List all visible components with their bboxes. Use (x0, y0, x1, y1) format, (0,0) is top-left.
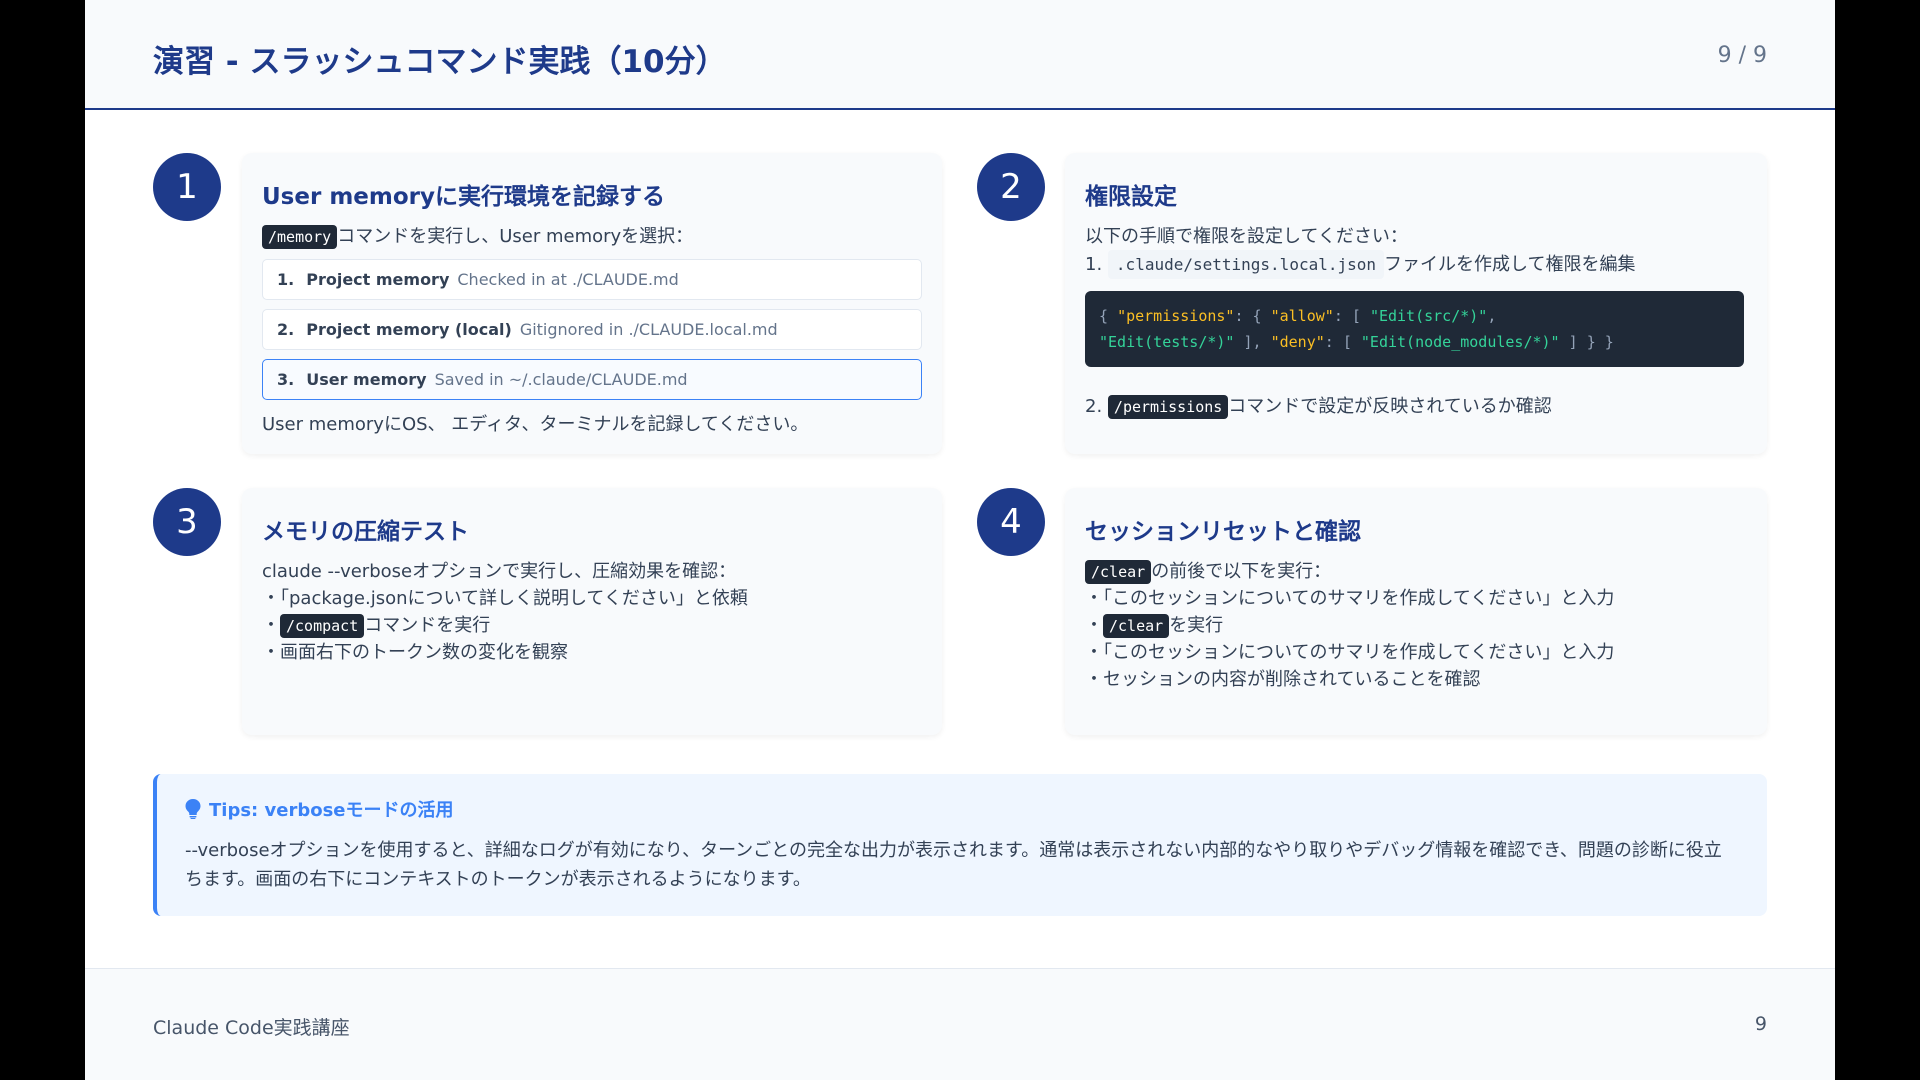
command-chip: /clear (1103, 614, 1170, 638)
slide: 演習 - スラッシュコマンド実践（10分） 9 / 9 1 User memor… (85, 0, 1835, 1080)
option-name: Project memory (local) (306, 320, 512, 339)
step-card-3: メモリの圧縮テスト claude --verboseオプションで実行し、圧縮効果… (242, 488, 942, 735)
slide-footer: Claude Code実践講座 9 (85, 968, 1835, 1080)
command-chip: /clear (1085, 560, 1152, 584)
code-token: , (1252, 333, 1262, 351)
code-token: ] (1243, 333, 1253, 351)
step-instruction-2: 2. /permissions コマンドで設定が反映されているか確認 (1085, 393, 1747, 420)
footer-page-number: 9 (1754, 1013, 1767, 1035)
step-intro: /clear の前後で以下を実行： (1085, 558, 1747, 585)
bullet-text: を実行 (1169, 615, 1224, 636)
option-name: User memory (306, 370, 427, 389)
step-card-1: User memoryに実行環境を記録する /memory コマンドを実行し、Us… (242, 153, 942, 454)
option-desc: Saved in ~/.claude/CLAUDE.md (434, 370, 688, 389)
option-number: 1. (277, 270, 295, 289)
code-token: , (1487, 307, 1497, 325)
instruction-text: ファイルを作成して権限を編集 (1384, 254, 1636, 275)
step-note: User memoryにOS、 エディタ、ターミナルを記録してください。 (262, 414, 809, 435)
code-string: "Edit(node_modules/*)" (1360, 333, 1560, 351)
bullet-marker: ・ (262, 615, 280, 636)
code-token: : (1333, 307, 1343, 325)
step-card-4: セッションリセットと確認 /clear の前後で以下を実行： ・「このセッションに… (1065, 488, 1767, 735)
bullet-item: ・セッションの内容が削除されていることを確認 (1085, 669, 1481, 690)
bullet-item: ・「このセッションについてのサマリを作成してください」と入力 (1085, 642, 1615, 663)
step-intro-text: の前後で以下を実行： (1151, 561, 1332, 582)
step-intro: 以下の手順で権限を設定してください： (1085, 226, 1408, 247)
code-key: "allow" (1270, 307, 1334, 325)
code-string: "Edit(tests/*)" (1099, 333, 1235, 351)
code-token: ] (1568, 333, 1578, 351)
step-title: 権限設定 (1085, 184, 1177, 210)
code-token: } (1586, 333, 1596, 351)
memory-option-project[interactable]: 1. Project memory Checked in at ./CLAUDE… (262, 259, 922, 300)
code-token: { (1252, 307, 1262, 325)
code-token: : (1324, 333, 1334, 351)
bullet-marker: ・ (1085, 615, 1103, 636)
code-string: "Edit(src/*)" (1369, 307, 1488, 325)
bullet-text: コマンドを実行 (364, 615, 491, 636)
command-chip: /memory (262, 225, 338, 249)
option-number: 3. (277, 370, 295, 389)
option-number: 2. (277, 320, 295, 339)
step-intro-text: コマンドを実行し、User memoryを選択： (337, 226, 694, 247)
file-path-chip: .claude/settings.local.json (1107, 250, 1385, 279)
step-intro: /memory コマンドを実行し、User memoryを選択： (262, 223, 922, 250)
memory-option-user[interactable]: 3. User memory Saved in ~/.claude/CLAUDE… (262, 359, 922, 400)
code-token: { (1099, 307, 1109, 325)
bullet-item: ・「このセッションについてのサマリを作成してください」と入力 (1085, 588, 1615, 609)
bullet-item: ・/compact コマンドを実行 (262, 612, 922, 639)
memory-option-project-local[interactable]: 2. Project memory (local) Gitignored in … (262, 309, 922, 350)
step-title: メモリの圧縮テスト (262, 519, 469, 545)
step-title: User memoryに実行環境を記録する (262, 184, 665, 210)
step-number-3: 3 (153, 488, 221, 556)
tips-body: --verboseオプションを使用すると、詳細なログが有効になり、ターンごとの完… (185, 840, 1722, 890)
code-token: : (1234, 307, 1244, 325)
code-key: "deny" (1270, 333, 1325, 351)
code-token: [ (1342, 333, 1352, 351)
step-number-1: 1 (153, 153, 221, 221)
instruction-text: コマンドで設定が反映されているか確認 (1228, 396, 1552, 417)
tips-heading: Tips: verboseモードの活用 (185, 796, 1739, 822)
step-title: セッションリセットと確認 (1085, 519, 1361, 545)
page-indicator: 9 / 9 (1717, 43, 1767, 68)
tips-box: Tips: verboseモードの活用 --verboseオプションを使用すると… (153, 774, 1767, 916)
code-token: } (1604, 333, 1614, 351)
bullet-item: ・画面右下のトークン数の変化を観察 (262, 642, 568, 663)
lightbulb-icon (185, 799, 201, 819)
bullet-item: ・/clear を実行 (1085, 612, 1747, 639)
step-number-2: 2 (977, 153, 1045, 221)
step-card-2: 権限設定 以下の手順で権限を設定してください： 1. .claude/setti… (1065, 153, 1767, 454)
json-code-block: { "permissions": { "allow": [ "Edit(src/… (1085, 291, 1744, 367)
instruction-number: 2. (1085, 396, 1103, 417)
option-name: Project memory (306, 270, 450, 289)
step-intro: claude --verboseオプションで実行し、圧縮効果を確認： (262, 561, 737, 582)
code-token: [ (1351, 307, 1361, 325)
page-title: 演習 - スラッシュコマンド実践（10分） (153, 44, 727, 80)
option-desc: Gitignored in ./CLAUDE.local.md (519, 320, 778, 339)
command-chip: /compact (280, 614, 365, 638)
instruction-number: 1. (1085, 254, 1103, 275)
bullet-item: ・「package.jsonについて詳しく説明してください」と依頼 (262, 588, 748, 609)
course-name: Claude Code実践講座 (153, 1017, 350, 1039)
slide-header: 演習 - スラッシュコマンド実践（10分） 9 / 9 (85, 0, 1835, 110)
code-key: "permissions" (1117, 307, 1235, 325)
command-chip: /permissions (1107, 395, 1229, 419)
step-number-4: 4 (977, 488, 1045, 556)
tips-title: Tips: verboseモードの活用 (209, 800, 454, 821)
step-instruction-1: 1. .claude/settings.local.json ファイルを作成して権… (1085, 250, 1747, 279)
option-desc: Checked in at ./CLAUDE.md (457, 270, 679, 289)
